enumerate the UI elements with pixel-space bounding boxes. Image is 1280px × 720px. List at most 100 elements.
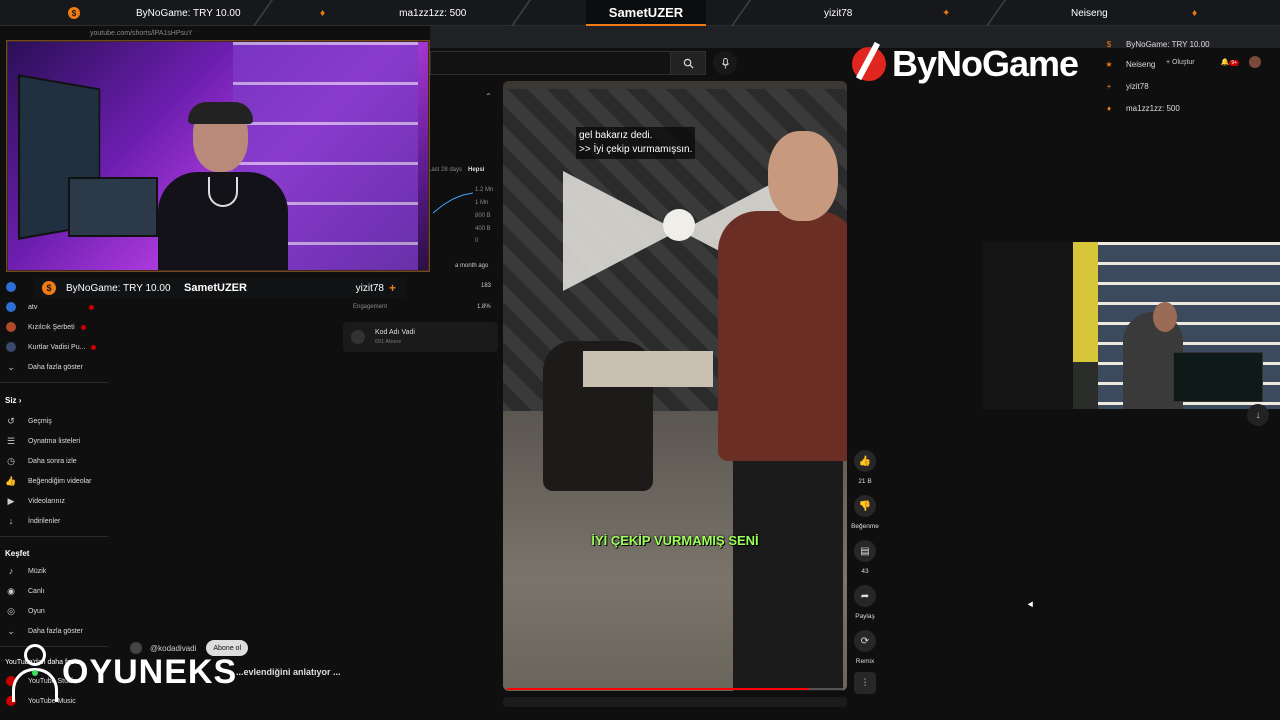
avatar[interactable] [1249, 56, 1262, 68]
game-icon: ◎ [7, 605, 15, 616]
video-caption: gel bakarız dedi. >> İyi çekip vurmamışs… [576, 127, 696, 159]
channel-card[interactable]: Kod Adı Vadi 691 Abone [343, 322, 498, 352]
flame-icon: ♦ [1106, 103, 1112, 113]
shorts-description[interactable]: ...evlendiğini anlatıyor ... [236, 667, 341, 677]
stats-count: 183 [481, 283, 492, 289]
ticker-item-neiseng: Neiseng [1071, 0, 1108, 26]
like-button[interactable]: 👍 21 B [850, 450, 880, 485]
sidebar-you-header[interactable]: Siz › [5, 396, 21, 405]
sidebar-item-channel-kurtlar[interactable]: Kurtlar Vadisi Pu... [0, 338, 97, 356]
sidebar-item-channel-atv[interactable]: atv [0, 298, 95, 316]
sidebar-item-label: atv [28, 303, 38, 311]
ticker-flame-right: ♦ [1192, 0, 1197, 26]
create-button[interactable]: + Oluştur [1166, 59, 1195, 66]
sidebar-item-live[interactable]: ◉ Canlı [0, 582, 44, 600]
sidebar-item-music[interactable]: ♪ Müzik [0, 562, 47, 580]
header-actions: + Oluştur 🔔 9+ [1166, 56, 1262, 68]
donation-row: $ ByNoGame: TRY 10.00 [1098, 34, 1280, 54]
channel-avatar [6, 282, 16, 292]
plus-icon: + [1106, 81, 1112, 91]
channel-avatar [6, 322, 16, 332]
axis-tick: 1 Mn [475, 200, 489, 206]
ticker-item-bynogame: $ ByNoGame: TRY 10.00 [68, 0, 241, 26]
donation-ticker: $ ByNoGame: TRY 10.00 ♦ ma1zz1zz: 500 Sa… [0, 0, 1280, 26]
caption-line: >> İyi çekip vurmamışsın. [579, 144, 693, 155]
ticker-text: ma1zz1zz: 500 [399, 7, 467, 19]
url-text[interactable]: youtube.com/shorts/lPA1sHPsuY [90, 30, 193, 37]
sidebar-item-channel[interactable] [0, 278, 28, 296]
mic-icon [721, 57, 729, 69]
chevron-down-icon: ⌄ [7, 361, 15, 372]
sound-button[interactable]: ⫶ [850, 672, 880, 694]
sidebar-item-playlists[interactable]: ☰ Oynatma listeleri [0, 432, 80, 450]
sidebar-explore-show-more[interactable]: ⌄ Daha fazla göster [0, 622, 83, 640]
share-button[interactable]: ➦ Paylaş [850, 585, 880, 620]
comment-count: 43 [861, 568, 869, 575]
sidebar-item-channel-kizilcik[interactable]: Kızılcık Şerbeti [0, 318, 86, 336]
guest-webcam [983, 242, 1280, 409]
coin-icon: $ [42, 281, 56, 295]
music-icon: ♪ [8, 566, 14, 576]
donation-text: ma1zz1zz: 500 [1126, 103, 1180, 113]
search-icon [683, 58, 694, 69]
share-icon: ➦ [854, 585, 876, 607]
mouse-cursor-icon [1027, 601, 1036, 609]
search-button[interactable] [670, 51, 706, 75]
webcam-right: yizit78 + [356, 281, 396, 295]
watermark-text: OYUNEKS [62, 653, 238, 691]
audio-icon: ⫶ [854, 672, 876, 694]
arrow-down-icon: ↓ [1255, 409, 1261, 421]
sidebar-item-liked[interactable]: 👍 Beğendiğim videolar [0, 472, 91, 490]
axis-tick: 1.2 Mn [475, 187, 494, 193]
stats-range[interactable]: Last 28 days [428, 167, 462, 173]
comments-button[interactable]: ▤ 43 [850, 540, 880, 575]
donation-text: yizit78 [1126, 81, 1149, 91]
stats-all[interactable]: Hepsi [468, 167, 484, 173]
sidebar-item-label: Oyun [28, 607, 45, 615]
donation-row: + yizit78 [1098, 76, 1280, 96]
sidebar-show-more[interactable]: ⌄ Daha fazla göster [0, 358, 83, 376]
ticker-text: Neiseng [1071, 7, 1108, 19]
axis-tick: 0 [475, 238, 479, 244]
next-video-button[interactable]: ↓ [1247, 404, 1269, 426]
webcam-nameplate: $ ByNoGame: TRY 10.00 SametUZER yizit78 … [34, 278, 406, 298]
sidebar-item-watch-later[interactable]: ◷ Daha sonra izle [0, 452, 77, 470]
sidebar-item-history[interactable]: ↺ Geçmiş [0, 412, 52, 430]
webcam-right-text: yizit78 [355, 282, 384, 294]
chevron-up-icon[interactable]: ⌃ [485, 92, 492, 101]
sidebar-explore-header: Keşfet [5, 549, 30, 558]
remix-button[interactable]: ⟳ Remix [850, 630, 880, 665]
live-indicator [91, 344, 97, 350]
ticker-flame: ✦ [942, 0, 950, 26]
search-input[interactable] [430, 51, 670, 75]
chevron-down-icon: ⌄ [7, 625, 15, 636]
video-progress-bar[interactable] [507, 688, 843, 690]
thumb-down-icon: 👎 [854, 495, 876, 517]
bynogame-logo: ByNoGame [852, 38, 1092, 90]
ticker-item-yizit: yizit78 [824, 0, 852, 26]
sidebar-item-gaming[interactable]: ◎ Oyun [0, 602, 45, 620]
progress-fill [507, 688, 810, 690]
donation-row: ♦ ma1zz1zz: 500 [1098, 98, 1280, 118]
notifications-button[interactable]: 🔔 9+ [1221, 58, 1240, 66]
dislike-button[interactable]: 👎 Beğenme [850, 495, 880, 530]
sidebar-item-label: Geçmiş [28, 417, 52, 425]
oyuneks-logo-icon [6, 642, 62, 704]
shorts-video-player[interactable]: gel bakarız dedi. >> İyi çekip vurmamışs… [503, 81, 847, 691]
channel-name: Kod Adı Vadi [375, 329, 415, 336]
plus-icon: ✦ [942, 7, 951, 19]
engagement-label: Engagement [353, 304, 388, 310]
sidebar-item-label: Daha sonra izle [28, 457, 77, 465]
sidebar-item-your-videos[interactable]: ▶ Videolarınız [0, 492, 65, 510]
ticker-center-title: SametUZER [586, 0, 706, 26]
stats-ago: a month ago [455, 263, 489, 269]
history-icon: ↺ [7, 415, 15, 426]
sidebar-item-downloads[interactable]: ↓ İndirilenler [0, 512, 61, 530]
donation-text: Neiseng [1126, 59, 1156, 69]
live-indicator [89, 304, 95, 310]
dislike-label: Beğenme [851, 523, 879, 530]
webcam-donation-text: ByNoGame: TRY 10.00 [66, 282, 171, 294]
sidebar-item-label: İndirilenler [28, 517, 61, 525]
voice-search-button[interactable] [713, 51, 737, 75]
engagement-value: 1.8% [477, 304, 491, 310]
